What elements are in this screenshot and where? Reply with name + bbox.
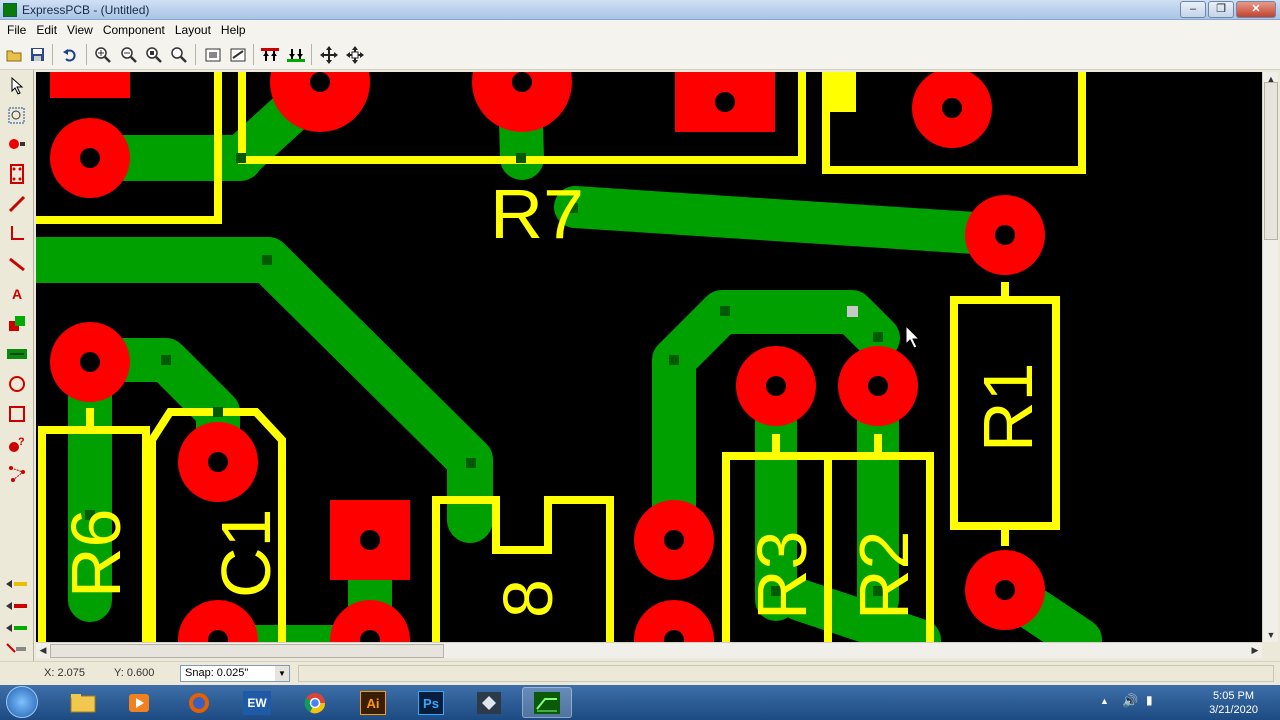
- zoom-fit-icon[interactable]: [167, 43, 190, 66]
- connector-icon[interactable]: [5, 342, 29, 366]
- draw-line-icon[interactable]: [5, 222, 29, 246]
- snap-select[interactable]: Snap: 0.025" ▼: [180, 665, 290, 682]
- draw-trace-icon[interactable]: [5, 192, 29, 216]
- scroll-left-icon[interactable]: ◀: [36, 643, 50, 657]
- label-r6: R6: [57, 509, 135, 598]
- place-component-icon[interactable]: [5, 162, 29, 186]
- zoom-area-icon[interactable]: [5, 104, 29, 128]
- network-icon[interactable]: ▮: [1146, 693, 1153, 707]
- media-player-icon[interactable]: [114, 687, 164, 718]
- pad-question-icon[interactable]: ?: [5, 432, 29, 456]
- toolbar: [0, 40, 1280, 70]
- start-button[interactable]: [6, 686, 38, 718]
- firefox-icon[interactable]: [174, 687, 224, 718]
- label-r2: R2: [845, 531, 923, 620]
- pad-square: [50, 72, 130, 98]
- layer-bottom-icon[interactable]: [284, 43, 307, 66]
- clock-time: 5:05 PM: [1213, 690, 1255, 702]
- pcb-canvas[interactable]: R7 R1 R6 C1 R3 R2 8: [36, 72, 1262, 642]
- expresspcb-app-icon: [3, 3, 17, 17]
- illustrator-app-icon[interactable]: Ai: [348, 687, 398, 718]
- layer-1-icon[interactable]: [5, 575, 29, 593]
- taskbar: EW Ai Ps ▲ 🔊 ▮ 5:05 PM 3/21/2020: [0, 685, 1280, 720]
- pan-icon[interactable]: [317, 43, 340, 66]
- volume-icon[interactable]: 🔊: [1122, 693, 1138, 709]
- label-r7: R7: [490, 175, 584, 253]
- label-8: 8: [489, 579, 567, 618]
- zoom-window-icon[interactable]: [142, 43, 165, 66]
- save-icon[interactable]: [26, 43, 49, 66]
- horizontal-scroll-thumb[interactable]: [50, 644, 444, 658]
- place-pad-icon[interactable]: [5, 132, 29, 156]
- clock-date: 3/21/2020: [1209, 704, 1258, 716]
- x-coordinate: X: 2.075: [44, 667, 85, 679]
- maximize-button[interactable]: ❐: [1208, 1, 1234, 18]
- label-r1: R1: [969, 363, 1047, 452]
- snap-value: Snap: 0.025": [185, 667, 249, 679]
- title-bar: ExpressPCB - (Untitled) – ❐ ✕: [0, 0, 1280, 20]
- media-encoder-icon[interactable]: [464, 687, 514, 718]
- undo-icon[interactable]: [58, 43, 81, 66]
- status-bar: X: 2.075 Y: 0.600 Snap: 0.025" ▼: [0, 661, 1280, 685]
- chrome-icon[interactable]: [290, 687, 340, 718]
- svg-text:?: ?: [18, 436, 25, 448]
- system-tray: ▲ 🔊 ▮ 5:05 PM 3/21/2020: [1100, 685, 1280, 720]
- menu-component[interactable]: Component: [98, 23, 170, 37]
- ew-app-icon[interactable]: EW: [232, 687, 282, 718]
- scroll-right-icon[interactable]: ▶: [1248, 643, 1262, 657]
- zoom-in-icon[interactable]: [91, 43, 114, 66]
- pan-center-icon[interactable]: [343, 43, 366, 66]
- mouse-cursor-icon: [905, 324, 921, 349]
- trace: [554, 186, 1026, 256]
- label-r3: R3: [743, 531, 821, 620]
- layer-3-icon[interactable]: [5, 619, 29, 637]
- vertical-scroll-thumb[interactable]: [1264, 82, 1278, 240]
- layer-top-icon[interactable]: [258, 43, 281, 66]
- file-explorer-icon[interactable]: [58, 687, 108, 718]
- ground-plane-icon[interactable]: [5, 312, 29, 336]
- clock[interactable]: 5:05 PM 3/21/2020: [1209, 689, 1258, 717]
- menu-help[interactable]: Help: [216, 23, 251, 37]
- text-icon[interactable]: A: [5, 282, 29, 306]
- pcb-layout: R7 R1 R6 C1 R3 R2 8: [36, 72, 1102, 642]
- photoshop-app-icon[interactable]: Ps: [406, 687, 456, 718]
- minimize-button[interactable]: –: [1180, 1, 1206, 18]
- chevron-down-icon[interactable]: ▼: [275, 666, 289, 681]
- close-button[interactable]: ✕: [1236, 1, 1276, 18]
- zoom-out-icon[interactable]: [117, 43, 140, 66]
- status-panel: [298, 665, 1274, 682]
- tool-palette: A ?: [0, 70, 34, 662]
- menu-layout[interactable]: Layout: [170, 23, 216, 37]
- properties-icon[interactable]: [201, 43, 224, 66]
- y-coordinate: Y: 0.600: [114, 667, 155, 679]
- layer-4-icon[interactable]: [5, 640, 29, 658]
- netlist-icon[interactable]: [5, 462, 29, 486]
- scroll-down-icon[interactable]: ▼: [1264, 628, 1278, 642]
- tray-overflow-icon[interactable]: ▲: [1100, 696, 1109, 706]
- circle-icon[interactable]: [5, 372, 29, 396]
- rectangle-icon[interactable]: [5, 402, 29, 426]
- expresspcb-icon[interactable]: [522, 687, 572, 718]
- select-arrow-icon[interactable]: [5, 74, 29, 98]
- draw-segment-icon[interactable]: [5, 252, 29, 276]
- vertical-scrollbar[interactable]: ▲ ▼: [1262, 72, 1278, 642]
- menu-bar: File Edit View Component Layout Help: [0, 20, 1280, 40]
- horizontal-scrollbar[interactable]: ◀ ▶: [36, 642, 1262, 658]
- window-controls: – ❐ ✕: [1180, 1, 1276, 18]
- open-file-icon[interactable]: [2, 43, 25, 66]
- window-title: ExpressPCB - (Untitled): [22, 3, 150, 17]
- menu-file[interactable]: File: [2, 23, 31, 37]
- layer-2-icon[interactable]: [5, 597, 29, 615]
- menu-edit[interactable]: Edit: [31, 23, 62, 37]
- silk-corner: [826, 72, 856, 112]
- menu-view[interactable]: View: [62, 23, 98, 37]
- label-c1: C1: [207, 509, 285, 598]
- measure-icon[interactable]: [226, 43, 249, 66]
